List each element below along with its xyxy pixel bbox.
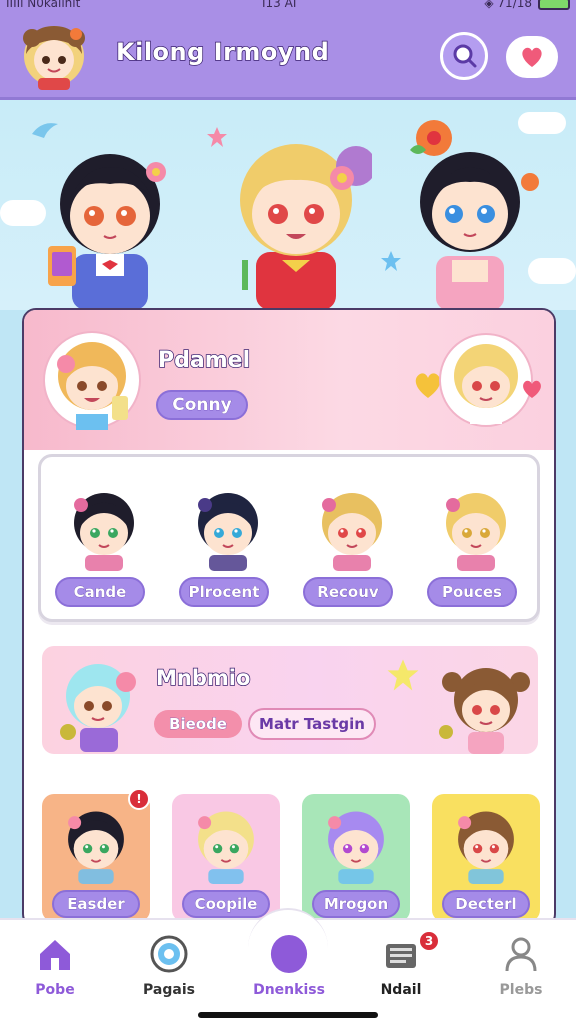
friend-label[interactable]: Pouces <box>427 577 517 607</box>
app-title: Kilong Irmoynd <box>115 37 330 67</box>
friends-list: Cande Plrocent Recouv Pouces <box>38 454 540 622</box>
character-avatar <box>68 811 124 884</box>
carrier-text: IIIIl N0kaiinit <box>6 0 81 10</box>
friend-card[interactable]: Recouv <box>297 477 407 607</box>
profile-avatar[interactable] <box>42 330 142 430</box>
search-icon <box>453 44 477 68</box>
friend-avatar <box>74 493 134 571</box>
character-avatar <box>328 811 384 884</box>
user-avatar[interactable] <box>16 16 92 92</box>
bottom-nav: Pobe Pagais Dnenkiss Ndail 3 Plebs <box>0 908 576 1024</box>
banner-tag-primary[interactable]: Bieode <box>154 710 242 738</box>
friend-avatar <box>198 493 258 571</box>
friend-card[interactable]: Pouces <box>421 477 531 607</box>
friend-avatar <box>322 493 382 571</box>
notification-badge: ! <box>128 788 150 810</box>
profile-tag[interactable]: Conny <box>156 390 248 420</box>
home-indicator[interactable] <box>198 1012 378 1018</box>
friend-label[interactable]: Plrocent <box>179 577 269 607</box>
mail-badge: 3 <box>418 930 440 952</box>
heart-icon <box>522 47 542 67</box>
nav-item-1[interactable]: Pagais <box>114 934 224 1014</box>
banner-tag-secondary[interactable]: Matr Tastgin <box>248 708 376 740</box>
status-right-text: ◈ 71/18 <box>484 0 532 10</box>
nav-label: Pagais <box>143 982 195 998</box>
event-banner[interactable]: Mnbmio Bieode Matr Tastgin <box>42 646 538 754</box>
mail-icon <box>381 934 421 974</box>
clock-text: I13 AI <box>262 0 297 10</box>
star-icon <box>387 659 419 691</box>
profile-section: Pdamel Conny <box>24 310 554 450</box>
character-card[interactable]: Mrogon <box>302 794 410 922</box>
character-label[interactable]: Mrogon <box>312 890 400 918</box>
nav-item-2[interactable]: Dnenkiss <box>234 934 344 1014</box>
home-icon <box>35 934 75 974</box>
nav-item-4[interactable]: Plebs <box>466 934 576 1014</box>
hero-character-center <box>240 144 372 310</box>
main-card: Pdamel Conny Cande Plrocent Recouv Pouce… <box>22 308 556 928</box>
character-avatar <box>458 811 514 884</box>
character-card[interactable]: Decterl <box>432 794 540 922</box>
profile-icon <box>501 934 541 974</box>
center-orb-icon <box>269 934 309 974</box>
favorites-button[interactable] <box>506 36 558 78</box>
camera-lens-icon <box>149 934 189 974</box>
friend-label[interactable]: Recouv <box>303 577 393 607</box>
character-label[interactable]: Decterl <box>442 890 530 918</box>
character-label[interactable]: Coopile <box>182 890 270 918</box>
nav-item-0[interactable]: Pobe <box>0 934 110 1014</box>
nav-label: Ndail <box>380 982 422 998</box>
heart-icon <box>523 380 541 398</box>
search-button[interactable] <box>440 32 488 80</box>
hero-banner <box>0 100 576 310</box>
app-header: Kilong Irmoynd <box>0 12 576 100</box>
friend-label[interactable]: Cande <box>55 577 145 607</box>
hero-character-left <box>48 154 166 310</box>
nav-label: Dnenkiss <box>253 982 325 998</box>
character-card[interactable]: Easder <box>42 794 150 922</box>
status-bar: IIIIl N0kaiinit I13 AI ◈ 71/18 <box>0 0 576 12</box>
character-card[interactable]: Coopile <box>172 794 280 922</box>
nav-item-3[interactable]: Ndail 3 <box>346 930 456 1014</box>
banner-title: Mnbmio <box>155 665 251 691</box>
character-label[interactable]: Easder <box>52 890 140 918</box>
profile-name: Pdamel <box>157 347 251 374</box>
character-avatar <box>198 811 254 884</box>
friend-card[interactable]: Cande <box>49 477 159 607</box>
battery-icon <box>538 0 570 10</box>
friend-card[interactable]: Plrocent <box>173 477 283 607</box>
hero-character-right <box>410 120 539 310</box>
nav-label: Pobe <box>35 982 75 998</box>
friend-avatar <box>446 493 506 571</box>
banner-character-right <box>439 668 530 754</box>
nav-label: Plebs <box>499 982 543 998</box>
banner-character-left <box>60 664 136 752</box>
